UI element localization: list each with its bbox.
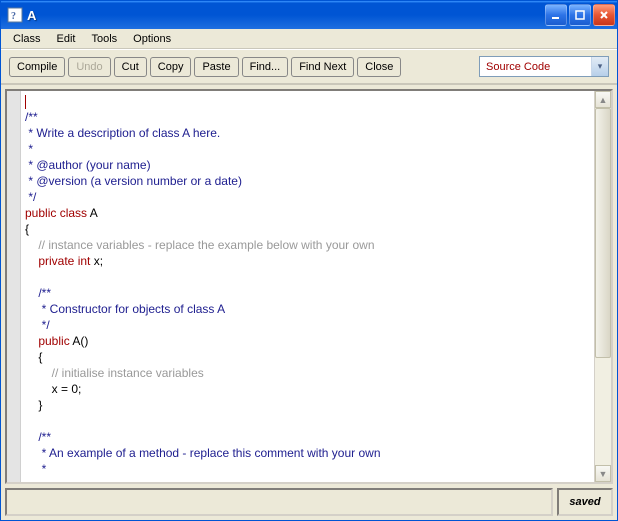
scroll-track[interactable] [595, 108, 611, 465]
window: ? A Class Edit Tools Options Compile Und… [0, 0, 618, 521]
maximize-button[interactable] [569, 4, 591, 26]
titlebar: ? A [1, 1, 617, 29]
scroll-thumb[interactable] [595, 108, 611, 358]
status-message [5, 488, 553, 516]
text-cursor [25, 95, 26, 109]
paste-button[interactable]: Paste [194, 57, 238, 77]
toolbar: Compile Undo Cut Copy Paste Find... Find… [1, 49, 617, 85]
menu-options[interactable]: Options [125, 31, 179, 47]
chevron-down-icon: ▾ [591, 57, 608, 76]
status-state: saved [557, 488, 613, 516]
undo-button[interactable]: Undo [68, 57, 110, 77]
menubar: Class Edit Tools Options [1, 29, 617, 49]
view-selector-value: Source Code [486, 61, 550, 73]
editor: /** * Write a description of class A her… [5, 89, 613, 484]
window-buttons [545, 4, 615, 26]
code-area[interactable]: /** * Write a description of class A her… [21, 91, 594, 482]
scroll-down-icon[interactable]: ▼ [595, 465, 611, 482]
cut-button[interactable]: Cut [114, 57, 147, 77]
menu-edit[interactable]: Edit [49, 31, 84, 47]
gutter [7, 91, 21, 482]
find-next-button[interactable]: Find Next [291, 57, 354, 77]
statusbar: saved [5, 488, 613, 516]
close-window-button[interactable] [593, 4, 615, 26]
window-title: A [27, 8, 545, 23]
svg-text:?: ? [11, 11, 16, 22]
vertical-scrollbar[interactable]: ▲ ▼ [594, 91, 611, 482]
close-button[interactable]: Close [357, 57, 401, 77]
scroll-up-icon[interactable]: ▲ [595, 91, 611, 108]
find-button[interactable]: Find... [242, 57, 289, 77]
view-selector[interactable]: Source Code ▾ [479, 56, 609, 77]
menu-class[interactable]: Class [5, 31, 49, 47]
compile-button[interactable]: Compile [9, 57, 65, 77]
menu-tools[interactable]: Tools [83, 31, 125, 47]
app-icon: ? [7, 7, 23, 23]
minimize-button[interactable] [545, 4, 567, 26]
copy-button[interactable]: Copy [150, 57, 192, 77]
